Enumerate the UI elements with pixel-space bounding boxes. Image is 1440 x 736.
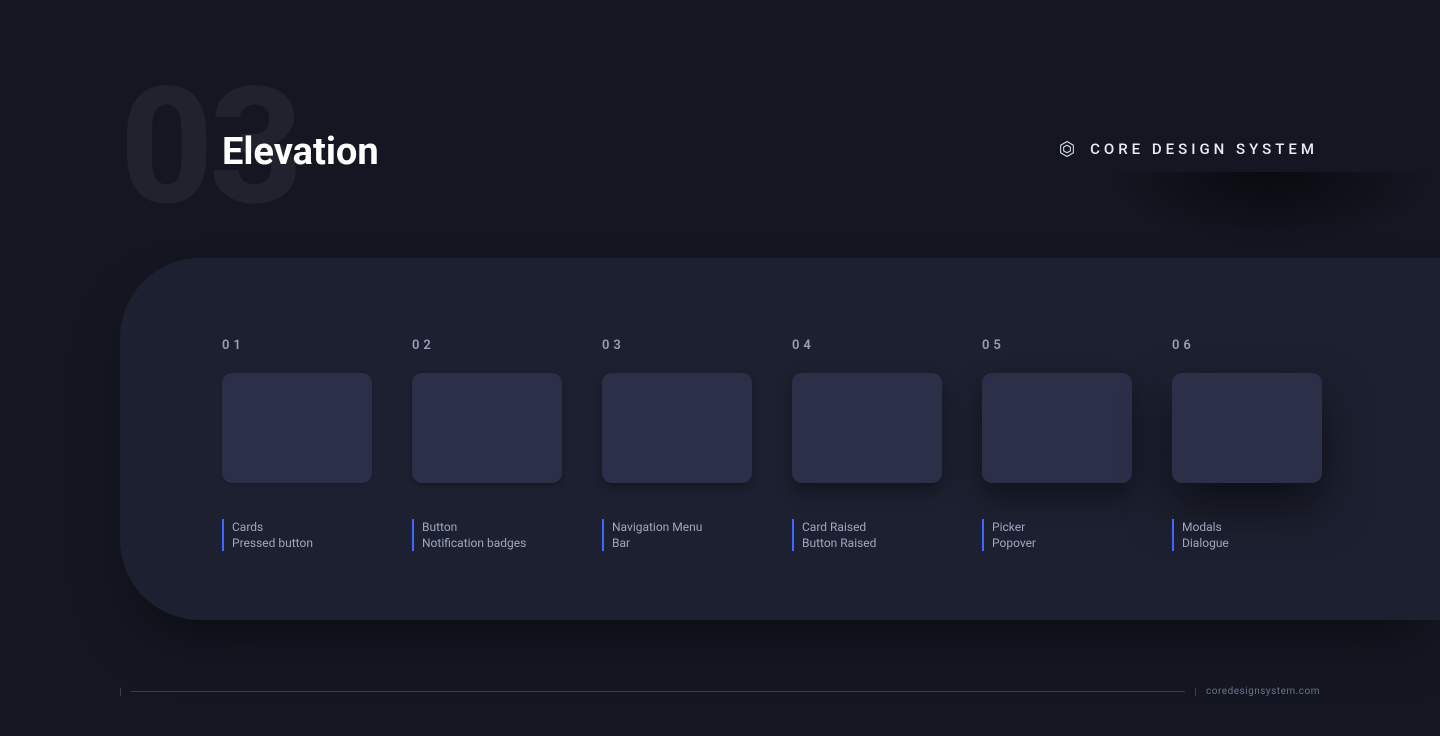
level-number: 04 xyxy=(792,338,942,353)
level-description: Navigation Menu Bar xyxy=(602,519,752,551)
elevation-level: 01 Cards Pressed button xyxy=(222,338,372,551)
level-number: 01 xyxy=(222,338,372,353)
rule-cap-icon xyxy=(120,688,121,696)
elevation-grid: 01 Cards Pressed button 02 Button Notifi… xyxy=(222,338,1440,551)
level-desc-line: Button Raised xyxy=(802,535,942,551)
footer-rule: coredesignsystem.com xyxy=(120,686,1320,697)
level-number: 05 xyxy=(982,338,1132,353)
level-desc-line: Pressed button xyxy=(232,535,372,551)
level-number: 03 xyxy=(602,338,752,353)
level-desc-line: Dialogue xyxy=(1182,535,1322,551)
page-header: 03 Elevation CORE DESIGN SYSTEM xyxy=(0,0,1440,258)
brand-shadow xyxy=(1100,172,1440,252)
rule-line xyxy=(131,691,1185,692)
level-desc-line: Bar xyxy=(612,535,752,551)
level-description: Modals Dialogue xyxy=(1172,519,1322,551)
elevation-level: 04 Card Raised Button Raised xyxy=(792,338,942,551)
brand: CORE DESIGN SYSTEM xyxy=(1058,140,1318,158)
elevation-level: 05 Picker Popover xyxy=(982,338,1132,551)
elevation-swatch xyxy=(412,373,562,483)
elevation-level: 03 Navigation Menu Bar xyxy=(602,338,752,551)
level-desc-line: Navigation Menu xyxy=(612,519,752,535)
level-desc-line: Cards xyxy=(232,519,372,535)
elevation-level: 06 Modals Dialogue xyxy=(1172,338,1322,551)
level-desc-line: Picker xyxy=(992,519,1132,535)
elevation-swatch xyxy=(222,373,372,483)
brand-label: CORE DESIGN SYSTEM xyxy=(1090,140,1318,158)
elevation-swatch xyxy=(1172,373,1322,483)
elevation-level: 02 Button Notification badges xyxy=(412,338,562,551)
elevation-swatch xyxy=(602,373,752,483)
elevation-swatch xyxy=(982,373,1132,483)
level-desc-line: Notification badges xyxy=(422,535,562,551)
level-description: Button Notification badges xyxy=(412,519,562,551)
page-title: Elevation xyxy=(222,130,379,174)
level-desc-line: Button xyxy=(422,519,562,535)
level-desc-line: Modals xyxy=(1182,519,1322,535)
rule-cap-icon xyxy=(1195,688,1196,696)
level-desc-line: Popover xyxy=(992,535,1132,551)
brand-hexagon-icon xyxy=(1058,140,1076,158)
level-number: 06 xyxy=(1172,338,1322,353)
elevation-panel: 01 Cards Pressed button 02 Button Notifi… xyxy=(120,258,1440,620)
footer-url: coredesignsystem.com xyxy=(1206,686,1320,697)
level-description: Picker Popover xyxy=(982,519,1132,551)
level-desc-line: Card Raised xyxy=(802,519,942,535)
level-number: 02 xyxy=(412,338,562,353)
level-description: Card Raised Button Raised xyxy=(792,519,942,551)
elevation-swatch xyxy=(792,373,942,483)
level-description: Cards Pressed button xyxy=(222,519,372,551)
